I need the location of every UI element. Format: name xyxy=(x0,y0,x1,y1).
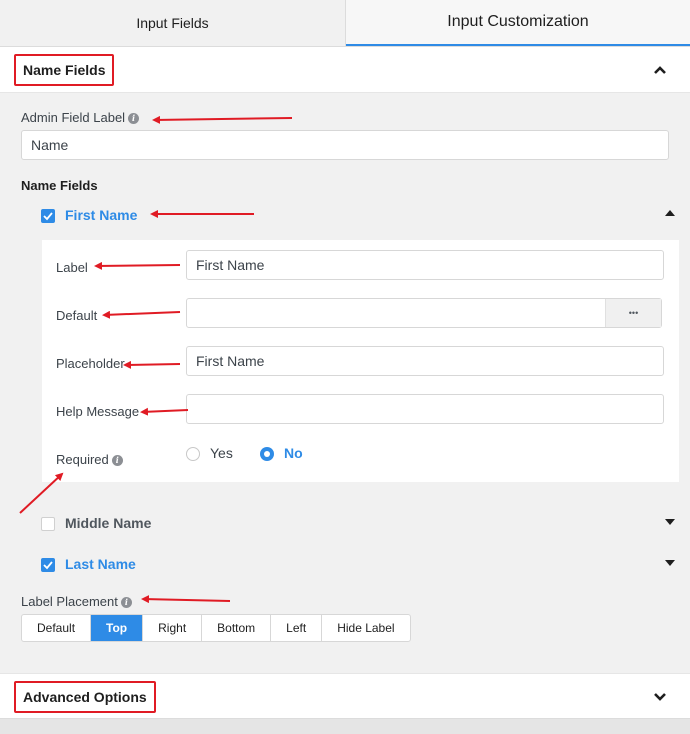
first-name-label-input[interactable]: First Name xyxy=(186,250,664,280)
placeholder-prop-label: Placeholder xyxy=(56,356,125,371)
chevron-up-icon[interactable] xyxy=(652,62,668,78)
label-placement-label: Label Placement i xyxy=(21,594,132,609)
required-no-label[interactable]: No xyxy=(284,445,303,461)
first-name-label[interactable]: First Name xyxy=(65,207,137,223)
required-no-radio[interactable] xyxy=(260,447,274,461)
placement-hide-label-button[interactable]: Hide Label xyxy=(322,615,409,641)
name-fields-section-title: Name Fields xyxy=(14,54,115,86)
label-placement-segmented-control: Default Top Right Bottom Left Hide Label xyxy=(21,614,411,642)
last-name-expand-icon[interactable] xyxy=(665,560,675,566)
required-yes-radio[interactable] xyxy=(186,447,200,461)
admin-field-label-input[interactable]: Name xyxy=(21,130,669,160)
placement-top-button[interactable]: Top xyxy=(91,615,144,641)
info-icon: i xyxy=(128,113,140,125)
middle-name-checkbox[interactable] xyxy=(41,517,55,531)
tab-input-fields[interactable]: Input Fields xyxy=(0,0,346,46)
help-message-prop-label: Help Message xyxy=(56,404,140,419)
label-prop-label: Label xyxy=(56,260,88,275)
default-value-input[interactable]: ••• xyxy=(186,298,662,328)
placement-left-button[interactable]: Left xyxy=(271,615,323,641)
middle-name-label[interactable]: Middle Name xyxy=(65,515,151,531)
placeholder-input[interactable]: First Name xyxy=(186,346,664,376)
first-name-checkbox[interactable] xyxy=(41,209,55,223)
name-fields-heading: Name Fields xyxy=(21,178,98,193)
chevron-down-icon[interactable] xyxy=(652,689,668,705)
more-options-button[interactable]: ••• xyxy=(605,299,661,327)
advanced-options-section-header[interactable]: Advanced Options xyxy=(0,673,690,719)
required-yes-label[interactable]: Yes xyxy=(210,445,233,461)
placement-default-button[interactable]: Default xyxy=(22,615,92,641)
placement-right-button[interactable]: Right xyxy=(143,615,203,641)
first-name-collapse-icon[interactable] xyxy=(665,210,675,216)
help-message-input[interactable] xyxy=(186,394,664,424)
annotation-arrow xyxy=(141,595,231,604)
info-icon: i xyxy=(111,455,123,467)
check-icon xyxy=(43,561,53,570)
last-name-checkbox[interactable] xyxy=(41,558,55,572)
bottom-bar xyxy=(0,718,690,734)
admin-field-label: Admin Field Label i xyxy=(21,110,140,125)
info-icon: i xyxy=(120,597,132,609)
middle-name-expand-icon[interactable] xyxy=(665,519,675,525)
name-fields-section-header[interactable]: Name Fields xyxy=(0,47,690,93)
annotation-arrow xyxy=(152,115,293,124)
check-icon xyxy=(43,212,53,221)
tab-input-customization[interactable]: Input Customization xyxy=(346,0,690,46)
default-prop-label: Default xyxy=(56,308,98,323)
tab-bar: Input Fields Input Customization xyxy=(0,0,690,47)
last-name-label[interactable]: Last Name xyxy=(65,556,136,572)
required-prop-label: Required i xyxy=(56,452,123,467)
placement-bottom-button[interactable]: Bottom xyxy=(202,615,272,641)
advanced-options-section-title: Advanced Options xyxy=(14,681,156,713)
